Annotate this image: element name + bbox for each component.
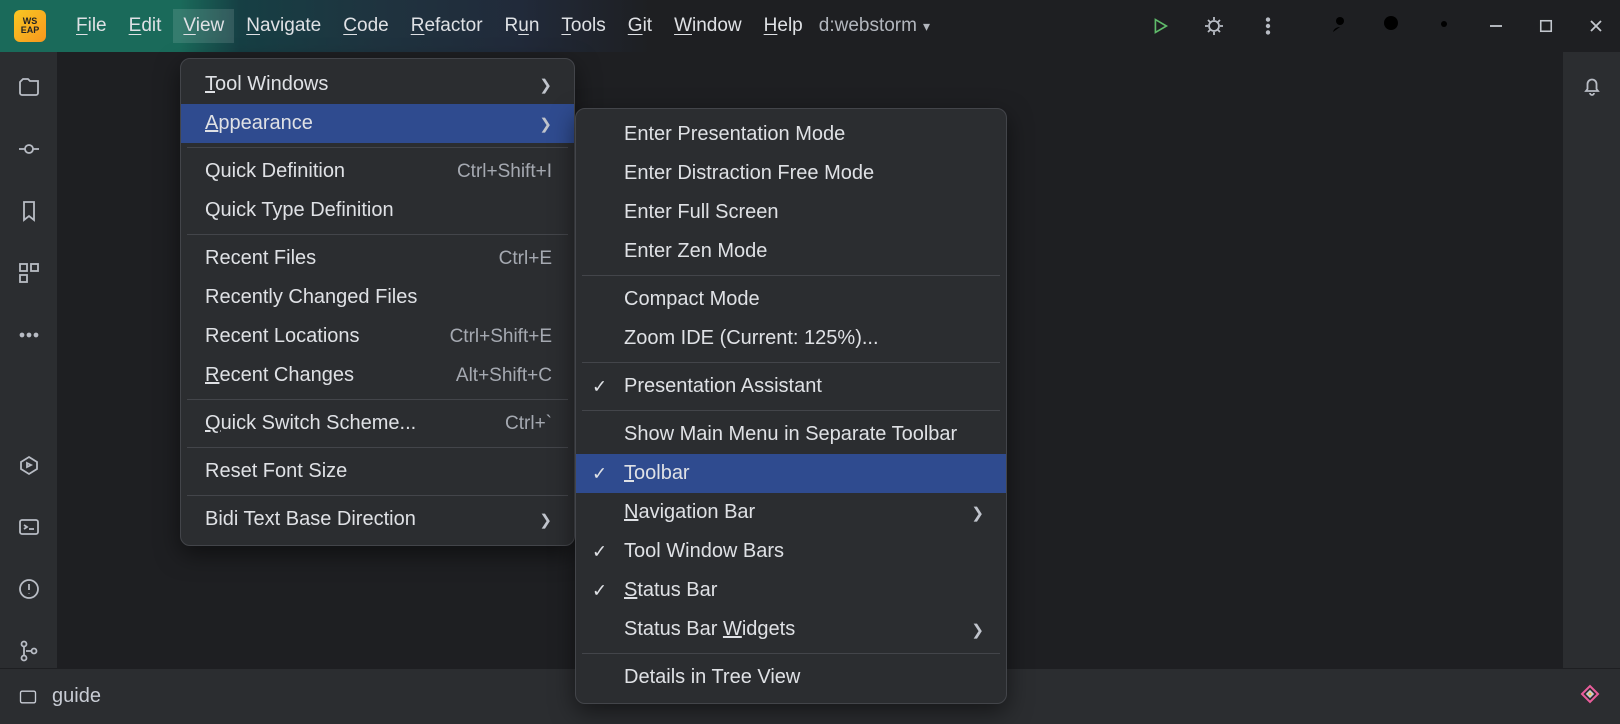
menu-separator [187, 234, 568, 235]
chevron-right-icon: ❯ [971, 504, 984, 522]
view-menu-popup: Tool Windows❯ Appearance❯ Quick Definiti… [180, 58, 575, 546]
menu-separator [582, 653, 1000, 654]
check-icon: ✓ [592, 541, 607, 562]
chevron-right-icon: ❯ [539, 511, 552, 529]
terminal-tool-icon[interactable] [16, 514, 42, 540]
appearance-enter-fullscreen[interactable]: Enter Full Screen [576, 193, 1006, 232]
project-selector[interactable]: d:webstorm ▾ [819, 15, 930, 37]
more-vertical-icon[interactable] [1256, 14, 1280, 38]
menu-edit[interactable]: Edit [119, 9, 172, 43]
title-actions-right [1328, 12, 1456, 41]
view-recent-changes[interactable]: Recent Changes Alt+Shift+C [181, 356, 574, 395]
check-icon: ✓ [592, 376, 607, 397]
appearance-presentation-assistant[interactable]: ✓ Presentation Assistant [576, 367, 1006, 406]
minimize-button[interactable] [1486, 16, 1506, 36]
status-ide-logo-icon[interactable] [1578, 682, 1602, 706]
titlebar: WS EAP File Edit View Navigate Code Refa… [0, 0, 1620, 52]
commit-tool-icon[interactable] [16, 136, 42, 162]
view-quick-type-definition[interactable]: Quick Type Definition [181, 191, 574, 230]
menu-tools[interactable]: Tools [551, 9, 615, 43]
menu-help[interactable]: Help [754, 9, 813, 43]
code-with-me-icon[interactable] [1328, 12, 1352, 41]
debug-button[interactable] [1202, 14, 1226, 38]
logo-text-bottom: EAP [21, 26, 40, 35]
appearance-enter-zen[interactable]: Enter Zen Mode [576, 232, 1006, 271]
view-tool-windows[interactable]: Tool Windows❯ [181, 65, 574, 104]
structure-tool-icon[interactable] [16, 260, 42, 286]
left-tool-sidebar [0, 52, 58, 724]
menu-file[interactable]: File [66, 9, 117, 43]
appearance-navigation-bar[interactable]: Navigation Bar ❯ [576, 493, 1006, 532]
menu-code[interactable]: Code [333, 9, 398, 43]
menu-view[interactable]: View [173, 9, 234, 43]
search-icon[interactable] [1380, 12, 1404, 41]
chevron-right-icon: ❯ [539, 76, 552, 94]
close-button[interactable] [1586, 16, 1606, 36]
check-icon: ✓ [592, 580, 607, 601]
view-recent-files[interactable]: Recent Files Ctrl+E [181, 239, 574, 278]
appearance-status-bar-widgets[interactable]: Status Bar Widgets ❯ [576, 610, 1006, 649]
appearance-zoom-ide[interactable]: Zoom IDE (Current: 125%)... [576, 319, 1006, 358]
chevron-right-icon: ❯ [971, 621, 984, 639]
appearance-submenu-popup: Enter Presentation Mode Enter Distractio… [575, 108, 1007, 704]
menu-separator [187, 495, 568, 496]
view-recent-locations[interactable]: Recent Locations Ctrl+Shift+E [181, 317, 574, 356]
menu-run[interactable]: Run [495, 9, 550, 43]
appearance-enter-presentation[interactable]: Enter Presentation Mode [576, 115, 1006, 154]
run-button[interactable] [1148, 14, 1172, 38]
menu-separator [187, 147, 568, 148]
git-tool-icon[interactable] [16, 638, 42, 664]
menu-separator [582, 362, 1000, 363]
menu-separator [582, 410, 1000, 411]
menu-window[interactable]: Window [664, 9, 752, 43]
view-reset-font-size[interactable]: Reset Font Size [181, 452, 574, 491]
project-tool-icon[interactable] [16, 74, 42, 100]
view-quick-definition[interactable]: Quick Definition Ctrl+Shift+I [181, 152, 574, 191]
menu-navigate[interactable]: Navigate [236, 9, 331, 43]
view-bidi[interactable]: Bidi Text Base Direction ❯ [181, 500, 574, 539]
status-project-name[interactable]: guide [52, 685, 101, 708]
right-tool-sidebar [1562, 52, 1620, 668]
appearance-details-in-tree[interactable]: Details in Tree View [576, 658, 1006, 697]
app-logo: WS EAP [14, 10, 46, 42]
menu-git[interactable]: Git [618, 9, 662, 43]
view-appearance[interactable]: Appearance❯ [181, 104, 574, 143]
settings-icon[interactable] [1432, 12, 1456, 41]
appearance-enter-distraction-free[interactable]: Enter Distraction Free Mode [576, 154, 1006, 193]
title-actions [1148, 14, 1280, 38]
project-name-label: d:webstorm [819, 15, 917, 37]
appearance-show-main-menu[interactable]: Show Main Menu in Separate Toolbar [576, 415, 1006, 454]
view-recently-changed-files[interactable]: Recently Changed Files [181, 278, 574, 317]
chevron-down-icon: ▾ [923, 18, 930, 35]
menubar: File Edit View Navigate Code Refactor Ru… [66, 9, 813, 43]
status-project-icon [18, 687, 38, 707]
appearance-status-bar[interactable]: ✓ Status Bar [576, 571, 1006, 610]
appearance-tool-window-bars[interactable]: ✓ Tool Window Bars [576, 532, 1006, 571]
menu-separator [187, 447, 568, 448]
problems-tool-icon[interactable] [16, 576, 42, 602]
menu-refactor[interactable]: Refactor [401, 9, 493, 43]
check-icon: ✓ [592, 463, 607, 484]
appearance-toolbar[interactable]: ✓ Toolbar [576, 454, 1006, 493]
notifications-icon[interactable] [1580, 74, 1604, 668]
appearance-compact-mode[interactable]: Compact Mode [576, 280, 1006, 319]
more-tools-icon[interactable] [16, 322, 42, 348]
services-tool-icon[interactable] [16, 452, 42, 478]
window-controls [1486, 16, 1606, 36]
menu-separator [582, 275, 1000, 276]
chevron-right-icon: ❯ [539, 115, 552, 133]
menu-separator [187, 399, 568, 400]
maximize-button[interactable] [1536, 16, 1556, 36]
view-quick-switch-scheme[interactable]: Quick Switch Scheme... Ctrl+` [181, 404, 574, 443]
bookmarks-tool-icon[interactable] [16, 198, 42, 224]
